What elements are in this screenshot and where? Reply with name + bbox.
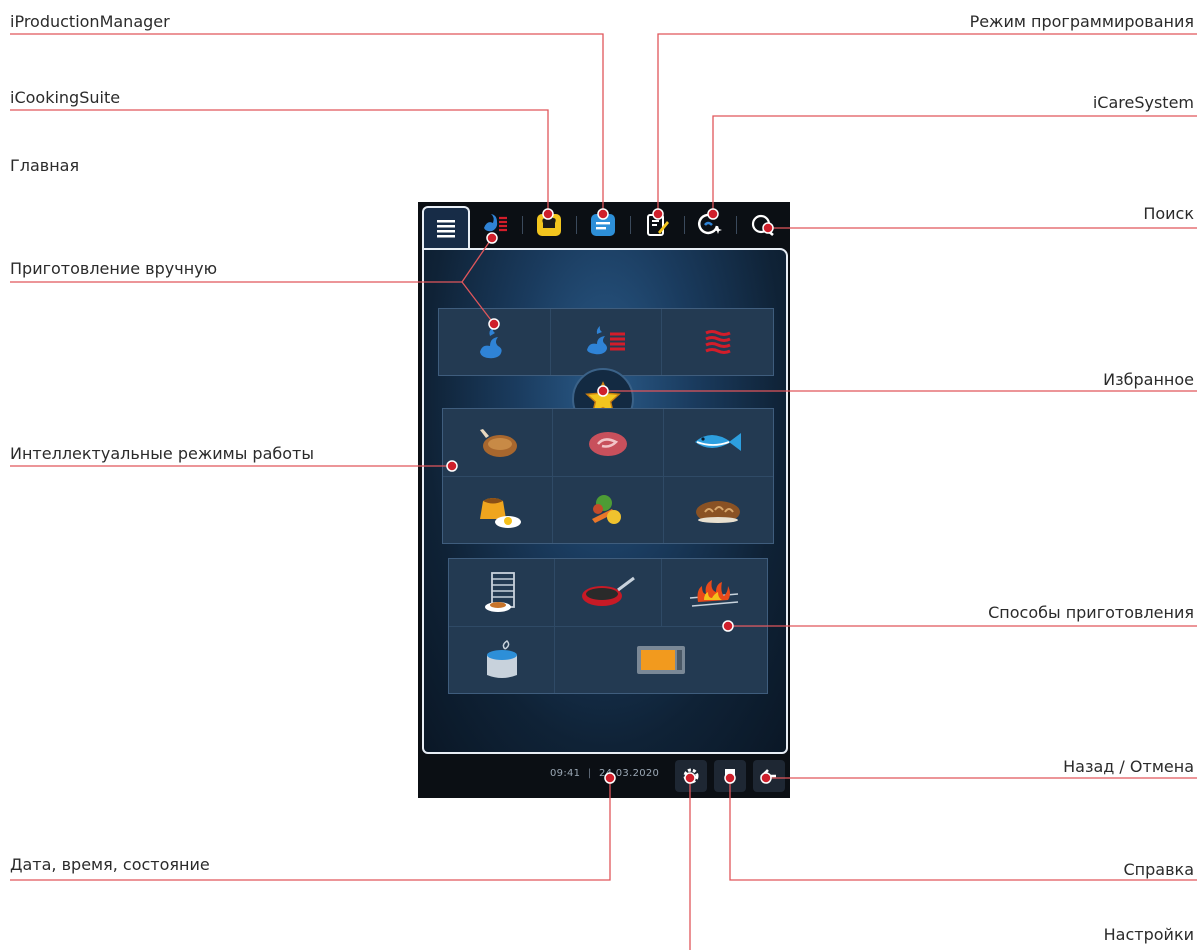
cooking-methods-grid	[448, 558, 768, 694]
icookingsuite-icon	[537, 214, 561, 236]
tab-separator	[684, 216, 685, 234]
bakery-icon	[696, 500, 741, 523]
mode-poultry[interactable]	[443, 409, 553, 476]
method-grilling[interactable]	[661, 559, 767, 626]
label-back-cancel: Назад / Отмена	[1063, 757, 1194, 776]
label-date-time-status: Дата, время, состояние	[10, 855, 210, 874]
help-button[interactable]	[714, 760, 746, 792]
label-cooking-methods: Способы приготовления	[988, 603, 1194, 622]
tab-manual-cooking[interactable]	[478, 208, 512, 242]
tab-separator	[522, 216, 523, 234]
manual-cooking-modes	[438, 308, 774, 376]
back-arrow-icon	[760, 769, 776, 783]
mode-combi-steam-convection[interactable]	[550, 309, 662, 375]
date-text: 24.03.2020	[598, 768, 660, 779]
egg-dishes-desserts-icon	[479, 497, 521, 528]
label-help: Справка	[1123, 860, 1195, 879]
settings-gear-icon	[683, 768, 699, 784]
tab-search[interactable]	[746, 208, 780, 242]
tab-home[interactable]	[422, 206, 470, 250]
fish-icon	[695, 433, 742, 452]
tab-bar	[418, 202, 790, 250]
label-search: Поиск	[1143, 204, 1194, 223]
mode-meat[interactable]	[553, 409, 663, 476]
date-time-status[interactable]: 09:41 | 24.03.2020	[550, 768, 659, 779]
method-pan-frying[interactable]	[555, 559, 661, 626]
mode-side-dishes-vegetables[interactable]	[553, 476, 663, 543]
label-iproductionmanager: iProductionManager	[10, 12, 170, 31]
convection-heat-icon	[704, 330, 731, 354]
method-holding-cabinet[interactable]	[555, 626, 767, 693]
time-text: 09:41	[550, 768, 581, 779]
mode-fish[interactable]	[663, 409, 773, 476]
mode-convection[interactable]	[662, 309, 773, 375]
help-icon	[725, 769, 735, 783]
label-intelligent-modes: Интеллектуальные режимы работы	[10, 444, 314, 463]
label-icaresystem: iCareSystem	[1092, 93, 1194, 112]
grilling-icon	[690, 580, 739, 608]
holding-cabinet-icon	[637, 645, 686, 674]
poultry-icon	[479, 429, 517, 458]
tab-separator	[736, 216, 737, 234]
tab-separator	[630, 216, 631, 234]
time-date-separator: |	[587, 768, 592, 779]
mode-bakery[interactable]	[663, 476, 773, 543]
label-favorites: Избранное	[1103, 370, 1194, 389]
iproductionmanager-icon	[591, 214, 615, 236]
tab-iproductionmanager[interactable]	[586, 208, 620, 242]
mode-egg-dishes-desserts[interactable]	[443, 476, 553, 543]
boiling-pot-icon	[486, 639, 517, 678]
method-boiling[interactable]	[449, 626, 555, 693]
finishing-plates-icon	[484, 572, 515, 613]
label-manual-cooking: Приготовление вручную	[10, 259, 218, 278]
label-icookingsuite: iCookingSuite	[10, 88, 121, 107]
side-dishes-vegetables-icon	[591, 494, 621, 524]
tab-programming-mode[interactable]	[640, 208, 674, 242]
combi-steam-convection-icon	[586, 326, 625, 355]
back-button[interactable]	[753, 760, 785, 792]
meat-icon	[588, 432, 627, 457]
device-display: 09:41 | 24.03.2020	[418, 202, 790, 798]
menu-icon	[437, 220, 455, 238]
label-home: Главная	[10, 156, 80, 175]
main-screen	[422, 248, 788, 754]
tab-icookingsuite[interactable]	[532, 208, 566, 242]
intelligent-modes-grid	[442, 408, 774, 544]
method-finishing[interactable]	[449, 559, 555, 626]
steam-icon	[480, 327, 502, 359]
mode-steam[interactable]	[439, 309, 550, 375]
icaresystem-icon	[698, 213, 722, 235]
tab-separator	[576, 216, 577, 234]
label-programming-mode: Режим программирования	[969, 12, 1194, 31]
combi-mode-icon	[484, 214, 507, 232]
tab-icaresystem[interactable]	[692, 208, 726, 242]
pan-frying-icon	[581, 577, 635, 607]
programming-icon	[647, 214, 669, 236]
settings-button[interactable]	[675, 760, 707, 792]
search-icon	[751, 214, 774, 236]
status-footer: 09:41 | 24.03.2020	[418, 754, 790, 798]
label-settings: Настройки	[1103, 925, 1194, 944]
